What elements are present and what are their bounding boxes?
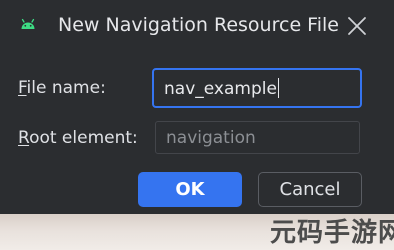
text-caret (277, 78, 279, 98)
dialog-titlebar: New Navigation Resource File (0, 0, 394, 52)
file-name-label: File name: (18, 76, 106, 100)
cancel-button[interactable]: Cancel (258, 172, 362, 207)
site-watermark: 元码手游网 (270, 218, 394, 248)
android-icon (21, 18, 35, 29)
root-element-input[interactable]: navigation (155, 121, 360, 154)
file-name-value: nav_example (164, 79, 277, 99)
file-name-label-text: ile name: (26, 78, 106, 98)
root-element-label-mnemonic: R (18, 128, 30, 148)
file-name-input[interactable]: nav_example (152, 68, 362, 108)
new-navigation-resource-file-dialog: New Navigation Resource File File name: … (0, 0, 394, 218)
root-element-label-text: oot element: (29, 128, 138, 148)
file-name-label-mnemonic: F (18, 78, 27, 98)
root-element-label: Root element: (18, 126, 138, 150)
close-icon[interactable] (344, 13, 370, 39)
ok-button[interactable]: OK (138, 172, 242, 207)
root-element-value: navigation (166, 128, 256, 148)
dialog-title: New Navigation Resource File (58, 14, 339, 36)
